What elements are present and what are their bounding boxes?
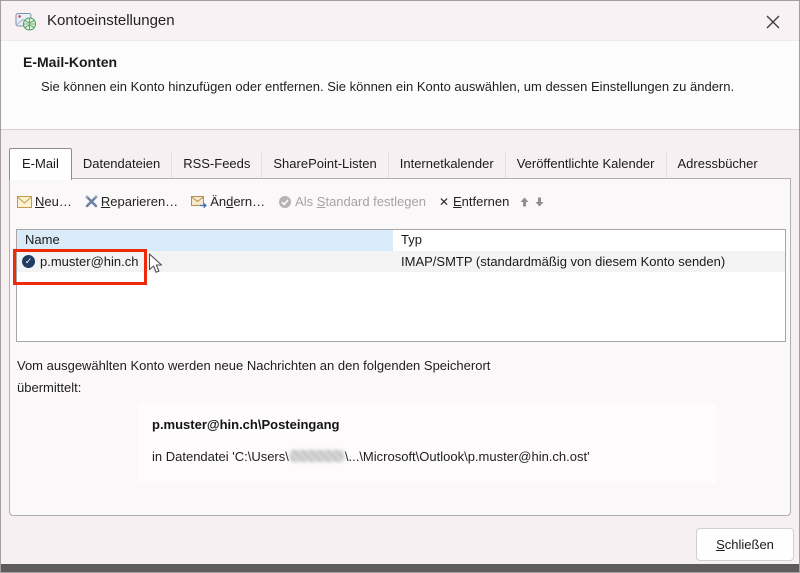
repair-account-button[interactable]: Reparieren… [85,194,178,209]
redacted-username [289,450,344,462]
close-icon [766,15,780,29]
change-mail-icon [191,195,208,208]
accounts-list-header: Name Typ [17,230,785,251]
tab-sharepoint-listen[interactable]: SharePoint-Listen [261,151,387,178]
window-title: Kontoeinstellungen [47,12,175,29]
page-title: E-Mail-Konten [23,54,118,70]
column-header-type[interactable]: Typ [393,230,785,251]
remove-x-icon: ✕ [438,194,449,209]
tab-internetkalender[interactable]: Internetkalender [387,151,505,178]
tab-datendateien[interactable]: Datendateien [72,151,171,178]
dialog-header: E-Mail-Konten Sie können ein Konto hinzu… [1,41,799,130]
account-type-cell: IMAP/SMTP (standardmäßig von diesem Kont… [401,254,726,269]
tab-veroeffentlichte-kalender[interactable]: Veröffentlichte Kalender [504,151,666,178]
page-description: Sie können ein Konto hinzufügen oder ent… [41,79,735,94]
account-name-cell[interactable]: ✓ p.muster@hin.ch [17,254,393,269]
change-account-label: Ändern… [210,194,266,209]
account-row[interactable]: ✓ p.muster@hin.ch IMAP/SMTP (standardmäß… [17,251,785,272]
accounts-toolbar: Neu… Reparieren… Ändern… Als Standard fe… [17,194,544,209]
account-name: p.muster@hin.ch [40,254,139,269]
new-mail-icon [17,195,32,208]
accounts-list: Name Typ ✓ p.muster@hin.ch IMAP/SMTP (st… [16,229,786,342]
new-account-button[interactable]: Neu… [17,194,72,209]
default-check-icon [279,195,292,208]
delivery-path: p.muster@hin.ch\Posteingang [152,417,340,432]
move-up-button[interactable] [520,197,529,207]
repair-account-label: Reparieren… [100,194,179,209]
default-account-check-icon: ✓ [22,255,35,268]
move-down-button[interactable] [535,197,544,207]
email-tab-page: Neu… Reparieren… Ändern… Als Standard fe… [9,178,791,516]
arrow-up-icon [520,197,529,206]
set-default-label: Als Standard festlegen [295,194,426,209]
tab-email[interactable]: E-Mail [9,148,72,180]
new-account-label: Neu… [35,194,72,209]
column-header-name[interactable]: Name [17,230,393,251]
titlebar: Kontoeinstellungen [1,1,799,41]
delivery-path-panel [138,403,716,483]
window-close-button[interactable] [761,10,785,34]
remove-account-label: Entfernen [453,194,510,209]
window-bottom-edge [1,564,799,572]
change-account-button[interactable]: Ändern… [191,194,265,209]
set-default-button[interactable]: Als Standard festlegen [278,194,426,209]
datafile-path: in Datendatei 'C:\Users\ \...\Microsoft\O… [152,449,590,464]
outlook-account-settings-icon [15,12,36,30]
tab-strip: E-Mail Datendateien RSS-Feeds SharePoint… [9,148,769,180]
repair-tools-icon [85,195,98,208]
mouse-cursor-icon [148,253,163,273]
arrow-down-icon [535,197,544,206]
reorder-arrows [520,197,544,207]
close-dialog-button[interactable]: Schließen [696,528,794,561]
remove-account-button[interactable]: ✕ Entfernen [439,194,509,209]
tab-rss-feeds[interactable]: RSS-Feeds [171,151,261,178]
account-settings-dialog: Kontoeinstellungen E-Mail-Konten Sie kön… [0,0,800,573]
tab-adressbuecher[interactable]: Adressbücher [665,151,769,178]
delivery-info-text: Vom ausgewählten Konto werden neue Nachr… [17,358,491,395]
